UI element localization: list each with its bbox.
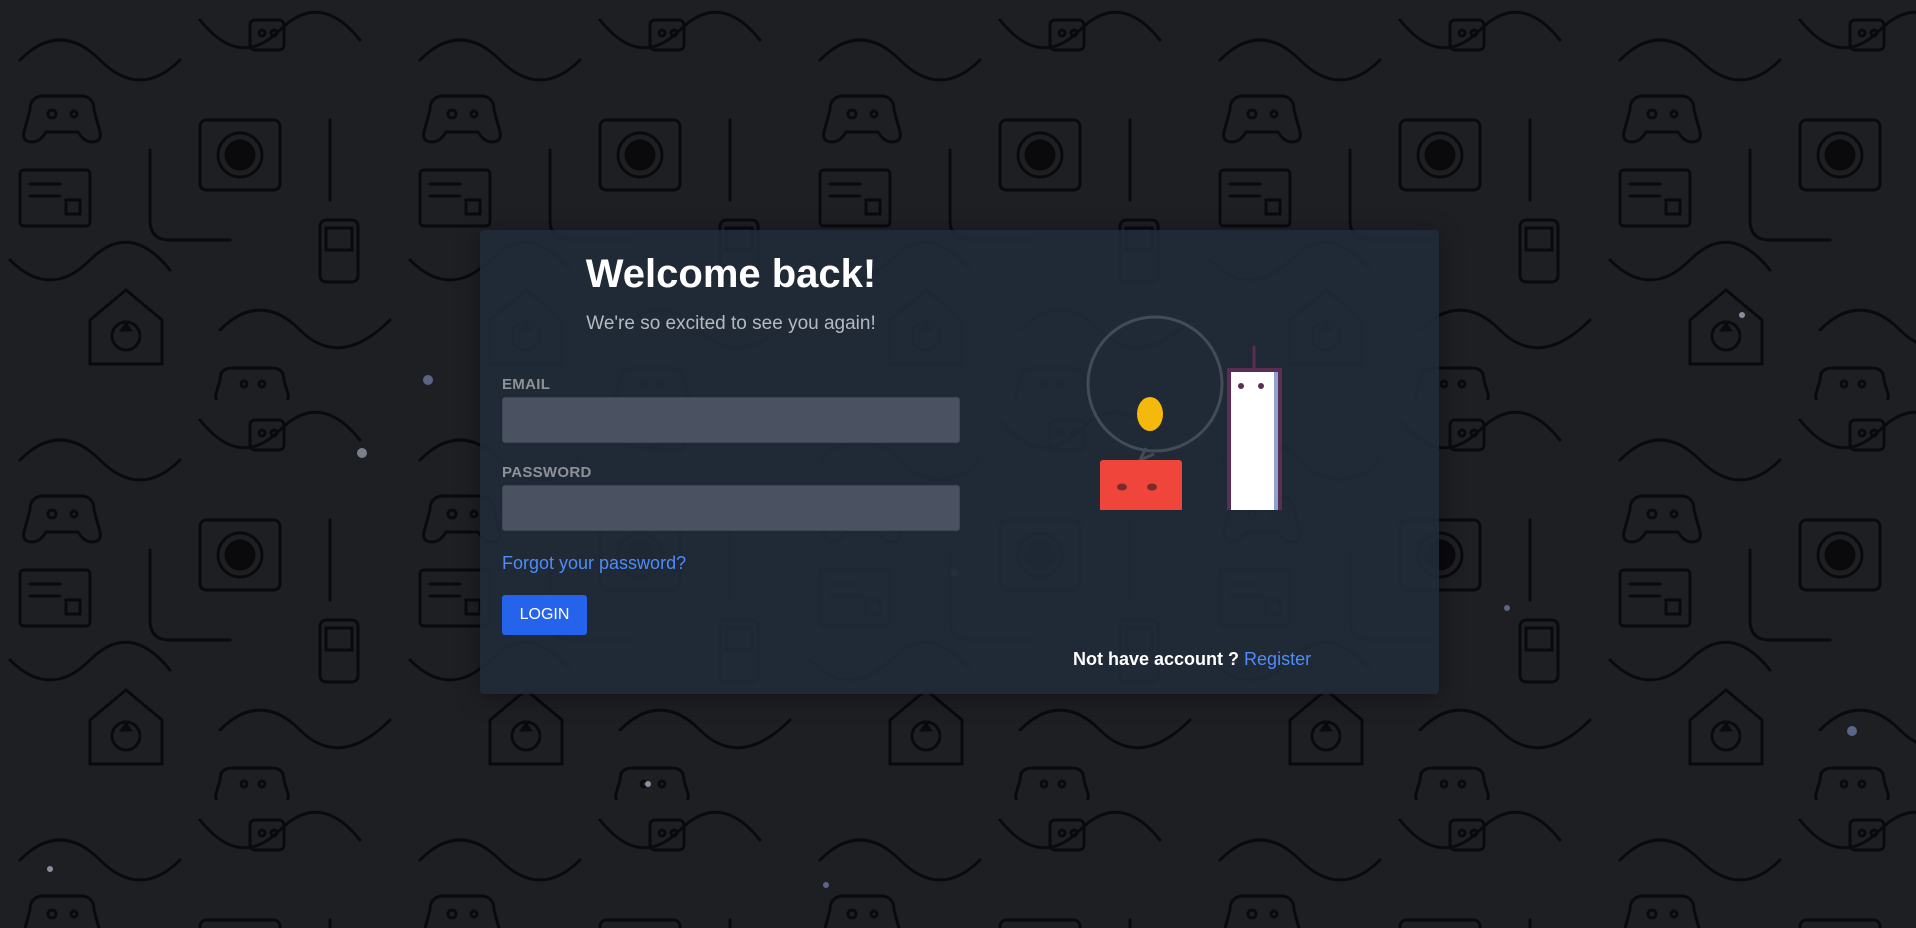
decor-dot [645,781,651,787]
login-button[interactable]: LOGIN [502,595,587,635]
register-prompt-text: Not have account ? [1073,649,1240,669]
page-title: Welcome back! [585,252,877,296]
red-block-eye [1117,483,1127,491]
red-block-eye [1147,483,1157,491]
register-prompt: Not have account ? Register [1073,648,1311,670]
login-form: Welcome back! We're so excited to see yo… [502,230,960,694]
login-card: Welcome back! We're so excited to see yo… [480,230,1439,694]
white-block-eye [1238,383,1244,389]
login-illustration [1086,315,1282,510]
decor-dot [1847,726,1857,736]
password-label: PASSWORD [502,464,592,481]
decor-dot [357,448,367,458]
decor-dot [823,882,829,888]
white-block [1231,372,1278,510]
forgot-password-link[interactable]: Forgot your password? [502,552,686,574]
register-link[interactable]: Register [1244,649,1311,669]
decor-dot [47,866,53,872]
egg [1137,397,1163,431]
email-label: EMAIL [502,376,551,393]
password-field[interactable] [502,485,960,531]
decor-dot [1504,605,1510,611]
decor-dot [1739,312,1745,318]
page-subtitle: We're so excited to see you again! [586,313,876,334]
decor-dot [423,375,433,385]
red-block [1100,460,1182,510]
white-block-shade [1274,372,1278,510]
email-field[interactable] [502,397,960,443]
white-block-eye [1258,383,1264,389]
speech-bubble [1086,315,1224,453]
